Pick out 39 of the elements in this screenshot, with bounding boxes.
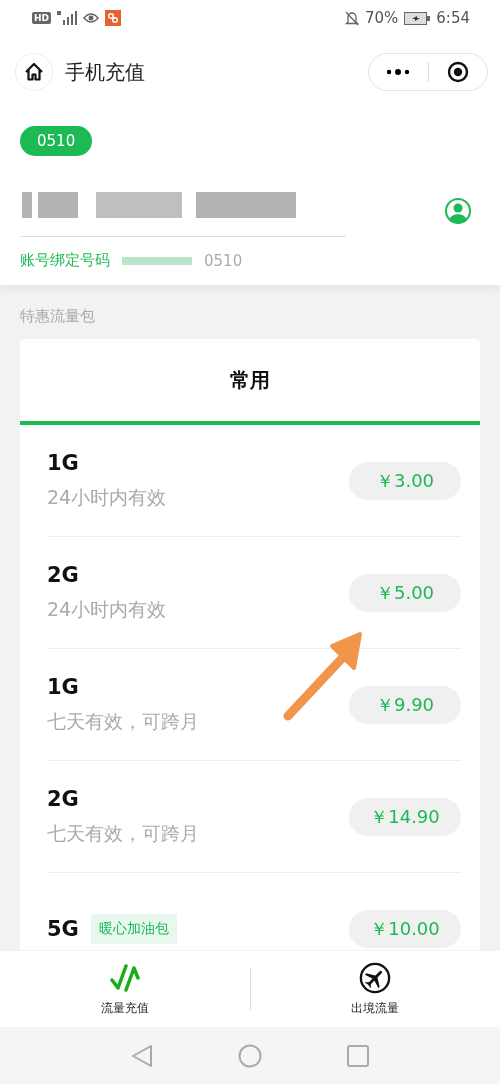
mute-bell-icon [344, 10, 359, 26]
hd-indicator: HD [32, 12, 51, 24]
target-circle-icon [446, 61, 469, 83]
validity-text: 24小时内有效 [47, 596, 167, 622]
price-button[interactable]: ￥5.00 [349, 573, 461, 612]
price-button[interactable]: ￥9.90 [349, 685, 461, 724]
home-button[interactable] [15, 53, 53, 91]
package-size: 1G [47, 674, 79, 699]
package-size: 1G [47, 450, 79, 475]
more-icon [386, 69, 411, 75]
package-size: 5G [47, 916, 79, 941]
recent-apps-icon[interactable] [347, 1044, 369, 1067]
package-tag: 暖心加油包 [90, 913, 177, 944]
area-code-badge: 0510 [20, 126, 93, 156]
price-button[interactable]: ￥14.90 [349, 797, 461, 836]
back-icon[interactable] [131, 1043, 153, 1068]
validity-text: 七天有效，可跨月 [47, 708, 199, 734]
page-title: 手机充值 [65, 58, 146, 86]
price-button[interactable]: ￥3.00 [349, 461, 461, 500]
validity-text: 七天有效，可跨月 [47, 820, 199, 846]
section-title: 特惠流量包 [20, 306, 95, 327]
home-icon[interactable] [238, 1043, 262, 1068]
bound-code: 0510 [204, 251, 243, 270]
user-icon[interactable] [444, 196, 472, 225]
package-size: 2G [47, 786, 79, 811]
package-tab[interactable]: 常用 [20, 339, 480, 425]
bound-number-label: 账号绑定号码 [20, 251, 110, 270]
battery-icon [404, 11, 431, 25]
signal-icon [57, 11, 77, 25]
battery-percent: 70% [364, 9, 399, 27]
price-button[interactable]: ￥10.00 [349, 909, 461, 948]
bottom-tab[interactable]: 出境流量 [250, 951, 500, 1027]
validity-text: 24小时内有效 [47, 484, 167, 510]
eye-icon [83, 12, 99, 24]
package-size: 2G [47, 562, 79, 587]
bottom-tab[interactable]: 流量充值 [0, 951, 250, 1027]
house-icon [24, 62, 44, 82]
app-notification-icon [105, 10, 121, 26]
clock-time: 6:54 [436, 9, 470, 27]
